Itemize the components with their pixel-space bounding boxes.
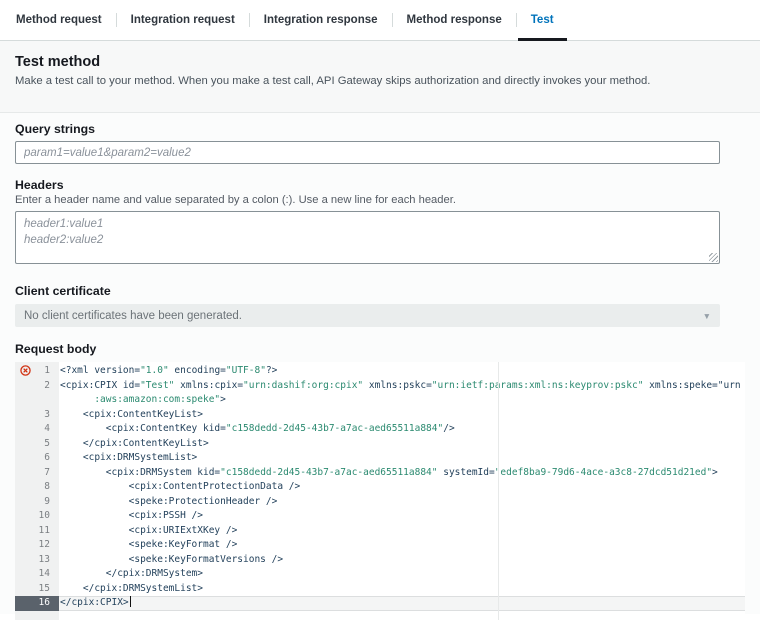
query-strings-section: Query strings bbox=[15, 122, 745, 164]
gutter-line-number: 7 bbox=[15, 466, 59, 481]
request-body-label: Request body bbox=[15, 342, 745, 356]
gutter-line-number: 5 bbox=[15, 437, 59, 452]
gutter-line-number: 3 bbox=[15, 408, 59, 423]
text-cursor bbox=[130, 596, 131, 607]
page-description: Make a test call to your method. When yo… bbox=[15, 75, 745, 87]
code-line[interactable]: <speke:KeyFormatVersions /> bbox=[59, 553, 745, 568]
tab-method-response[interactable]: Method response bbox=[393, 0, 516, 40]
headers-textarea[interactable] bbox=[15, 211, 720, 264]
error-icon bbox=[20, 365, 31, 376]
gutter-line-number bbox=[15, 393, 59, 408]
request-body-section: Request body 12345678910111213141516 <?x… bbox=[15, 342, 745, 620]
code-line[interactable]: :aws:amazon:com:speke"> bbox=[59, 393, 745, 408]
code-line[interactable]: </cpix:CPIX> bbox=[59, 596, 745, 611]
code-line[interactable]: <speke:KeyFormat /> bbox=[59, 538, 745, 553]
gutter-line-number: 6 bbox=[15, 451, 59, 466]
code-line[interactable]: <cpix:ContentKeyList> bbox=[59, 408, 745, 423]
gutter-line-number: 15 bbox=[15, 582, 59, 597]
tab-integration-request[interactable]: Integration request bbox=[117, 0, 249, 40]
code-line[interactable]: <cpix:ContentKey kid="c158dedd-2d45-43b7… bbox=[59, 422, 745, 437]
client-certificate-select[interactable]: No client certificates have been generat… bbox=[15, 304, 720, 327]
tab-bar: Method requestIntegration requestIntegra… bbox=[0, 0, 760, 41]
gutter-line-number: 10 bbox=[15, 509, 59, 524]
tab-test[interactable]: Test bbox=[517, 0, 568, 40]
code-line[interactable]: </cpix:ContentKeyList> bbox=[59, 437, 745, 452]
tab-integration-response[interactable]: Integration response bbox=[250, 0, 392, 40]
page-title: Test method bbox=[15, 54, 745, 70]
test-tab-content: Test method Make a test call to your met… bbox=[0, 41, 760, 614]
headers-section: Headers Enter a header name and value se… bbox=[15, 178, 745, 264]
client-certificate-section: Client certificate No client certificate… bbox=[15, 284, 745, 327]
code-line[interactable]: <cpix:URIExtXKey /> bbox=[59, 524, 745, 539]
headers-label: Headers bbox=[15, 178, 745, 192]
tab-method-request[interactable]: Method request bbox=[2, 0, 116, 40]
test-method-intro: Test method Make a test call to your met… bbox=[0, 41, 760, 113]
code-line[interactable]: <cpix:CPIX id="Test" xmlns:cpix="urn:das… bbox=[59, 379, 745, 394]
gutter-line-number: 9 bbox=[15, 495, 59, 510]
code-line[interactable]: <cpix:ContentProtectionData /> bbox=[59, 480, 745, 495]
print-margin-ruler bbox=[498, 362, 499, 620]
gutter-line-number: 4 bbox=[15, 422, 59, 437]
gutter-line-number: 8 bbox=[15, 480, 59, 495]
code-line[interactable]: <cpix:DRMSystem kid="c158dedd-2d45-43b7-… bbox=[59, 466, 745, 481]
gutter-line-number: 14 bbox=[15, 567, 59, 582]
gutter-line-number: 16 bbox=[15, 596, 59, 611]
editor-code-area[interactable]: <?xml version="1.0" encoding="UTF-8"?><c… bbox=[59, 362, 745, 620]
gutter-line-number: 13 bbox=[15, 553, 59, 568]
editor-gutter: 12345678910111213141516 bbox=[15, 362, 59, 620]
code-line[interactable]: </cpix:DRMSystemList> bbox=[59, 582, 745, 597]
code-line[interactable]: <cpix:DRMSystemList> bbox=[59, 451, 745, 466]
request-body-editor[interactable]: 12345678910111213141516 <?xml version="1… bbox=[15, 362, 745, 620]
gutter-line-number: 2 bbox=[15, 379, 59, 394]
client-certificate-value: No client certificates have been generat… bbox=[24, 310, 242, 322]
gutter-line-number: 12 bbox=[15, 538, 59, 553]
code-line[interactable]: <cpix:PSSH /> bbox=[59, 509, 745, 524]
chevron-down-icon: ▼ bbox=[703, 311, 711, 321]
gutter-line-number: 1 bbox=[15, 364, 59, 379]
query-strings-label: Query strings bbox=[15, 122, 745, 136]
client-certificate-label: Client certificate bbox=[15, 284, 745, 298]
query-strings-input[interactable] bbox=[15, 141, 720, 164]
code-line[interactable]: </cpix:DRMSystem> bbox=[59, 567, 745, 582]
code-line[interactable]: <?xml version="1.0" encoding="UTF-8"?> bbox=[59, 364, 745, 379]
code-line[interactable]: <speke:ProtectionHeader /> bbox=[59, 495, 745, 510]
headers-description: Enter a header name and value separated … bbox=[15, 194, 745, 206]
gutter-line-number: 11 bbox=[15, 524, 59, 539]
